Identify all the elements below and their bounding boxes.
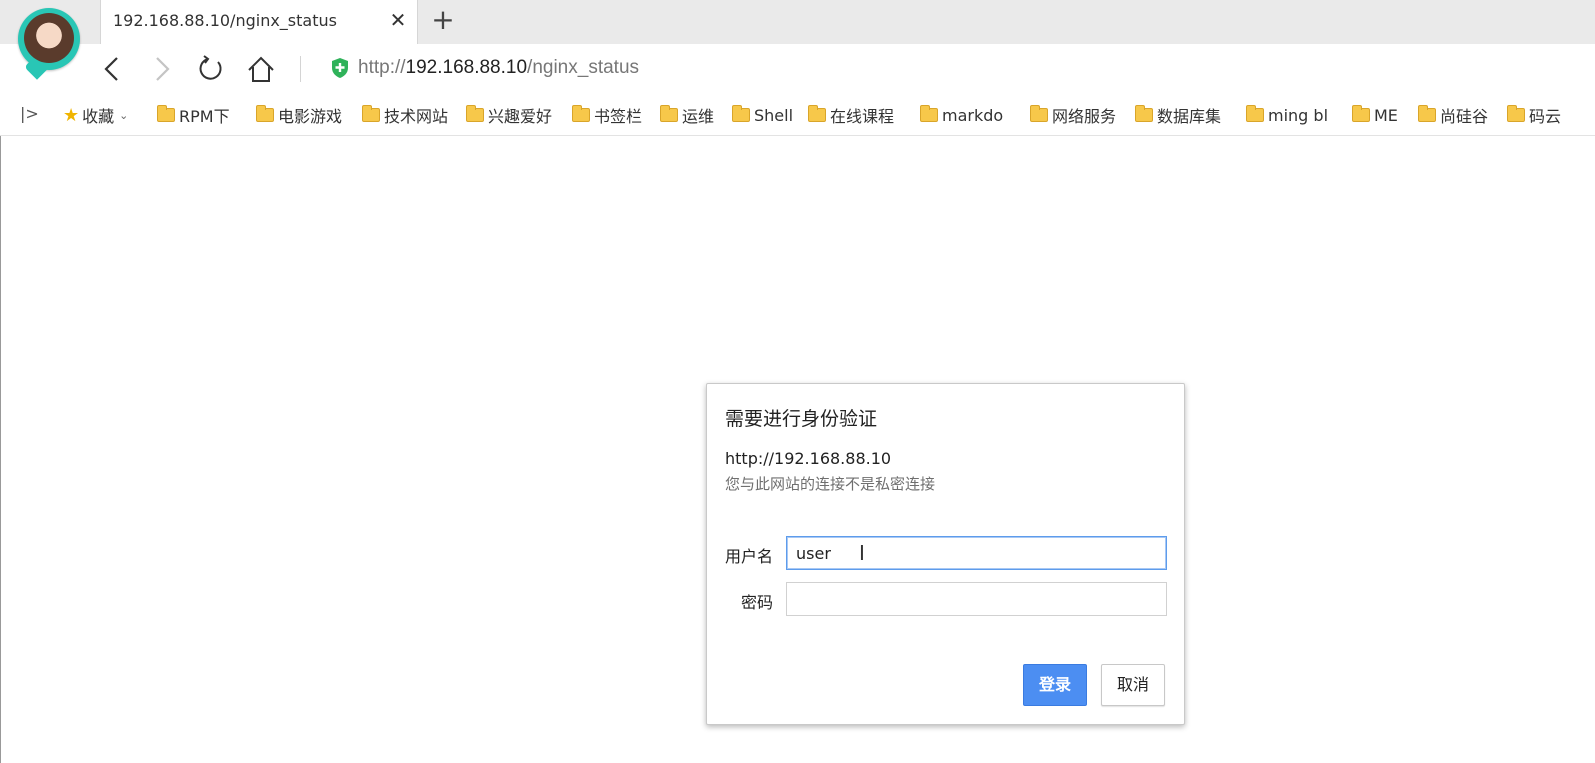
star-icon: ★ <box>63 104 80 126</box>
bookmark-folder[interactable]: 码云 <box>1507 104 1561 126</box>
bookmark-label: 电影游戏 <box>278 107 343 126</box>
folder-icon <box>660 105 678 122</box>
bookmark-folder[interactable]: 兴趣爱好 <box>466 104 552 126</box>
bookmark-label: 技术网站 <box>384 107 449 126</box>
folder-icon <box>1507 105 1525 122</box>
folder-icon <box>572 105 590 122</box>
browser-tab[interactable]: 192.168.88.10/nginx_status ✕ <box>100 0 418 44</box>
password-label: 密码 <box>741 593 774 612</box>
folder-icon <box>1246 105 1264 122</box>
bookmarks-bar: |> ★ 收藏 ⌄ RPM下 电影游戏 技术网站 兴趣爱好 书签栏 运维 She… <box>0 94 1595 136</box>
folder-icon <box>1135 105 1153 122</box>
back-arrow-icon <box>104 57 118 81</box>
url-scheme: http:// <box>358 57 406 78</box>
chevron-down-icon: ⌄ <box>119 108 129 122</box>
navigation-bar: http://192.168.88.10/nginx_status <box>0 44 1595 94</box>
username-label: 用户名 <box>725 547 774 566</box>
bookmark-folder[interactable]: 技术网站 <box>362 104 448 126</box>
username-input[interactable] <box>786 536 1167 570</box>
bookmark-favorites[interactable]: ★ 收藏 ⌄ <box>63 104 129 127</box>
tab-close-icon[interactable]: ✕ <box>387 9 409 31</box>
bookmark-label: 码云 <box>1529 107 1562 126</box>
bookmark-folder[interactable]: Shell <box>732 104 793 126</box>
bookmark-folder[interactable]: 网络服务 <box>1030 104 1116 126</box>
toolbar-divider <box>300 56 301 82</box>
reload-icon <box>199 55 222 80</box>
bookmark-label: 在线课程 <box>830 107 895 126</box>
login-button[interactable]: 登录 <box>1023 664 1087 706</box>
bookmark-label: 网络服务 <box>1052 107 1117 126</box>
forward-button[interactable] <box>146 54 176 84</box>
folder-icon <box>1030 105 1048 122</box>
tab-title: 192.168.88.10/nginx_status <box>113 11 337 30</box>
connection-warning: 您与此网站的连接不是私密连接 <box>725 475 936 493</box>
password-input[interactable] <box>786 582 1167 616</box>
folder-icon <box>732 105 750 122</box>
folder-icon <box>362 105 380 122</box>
bookmark-label: RPM下 <box>179 107 230 126</box>
bookmark-folder[interactable]: 运维 <box>660 104 714 126</box>
cancel-button[interactable]: 取消 <box>1101 664 1165 706</box>
auth-dialog: 需要进行身份验证 http://192.168.88.10 您与此网站的连接不是… <box>706 383 1185 725</box>
favorites-label: 收藏 <box>82 107 115 126</box>
bookmark-folder[interactable]: 尚硅谷 <box>1418 104 1488 126</box>
url-path: /nginx_status <box>527 57 640 78</box>
dialog-title: 需要进行身份验证 <box>725 408 878 430</box>
bookmark-folder[interactable]: markdo <box>920 104 1003 126</box>
folder-icon <box>157 105 175 122</box>
bookmark-label: 书签栏 <box>594 107 643 126</box>
folder-icon <box>1352 105 1370 122</box>
bookmark-label: 数据库集 <box>1157 107 1222 126</box>
bookmark-label: Shell <box>754 105 794 125</box>
folder-icon <box>466 105 484 122</box>
sidebar-toggle-icon[interactable]: |> <box>20 104 40 124</box>
folder-icon <box>920 105 938 122</box>
forward-arrow-icon <box>156 57 170 81</box>
bookmark-label: ming bl <box>1268 105 1329 125</box>
bookmark-label: markdo <box>942 105 1004 125</box>
bookmark-folder[interactable]: ming bl <box>1246 104 1328 126</box>
bookmark-folder[interactable]: ME <box>1352 104 1398 126</box>
bookmark-label: 运维 <box>682 107 715 126</box>
text-cursor-icon: I <box>859 541 865 565</box>
dialog-host: http://192.168.88.10 <box>725 449 892 468</box>
bookmark-label: ME <box>1374 105 1398 125</box>
folder-icon <box>256 105 274 122</box>
bookmark-label: 尚硅谷 <box>1440 107 1489 126</box>
bookmark-folder[interactable]: 数据库集 <box>1135 104 1221 126</box>
bookmark-folder[interactable]: 书签栏 <box>572 104 642 126</box>
bookmark-folder[interactable]: 电影游戏 <box>256 104 342 126</box>
secure-shield-icon[interactable] <box>330 57 350 79</box>
bookmark-folder[interactable]: 在线课程 <box>808 104 894 126</box>
bookmark-folder[interactable]: RPM下 <box>157 104 230 126</box>
new-tab-button[interactable]: + <box>430 6 456 34</box>
url-host: 192.168.88.10 <box>405 57 528 78</box>
home-button[interactable] <box>246 54 276 84</box>
folder-icon <box>1418 105 1436 122</box>
home-icon <box>248 56 274 82</box>
user-avatar[interactable] <box>18 8 80 80</box>
avatar-photo <box>24 13 74 63</box>
bookmark-label: 兴趣爱好 <box>488 107 553 126</box>
address-bar-url[interactable]: http://192.168.88.10/nginx_status <box>358 57 639 79</box>
window-edge <box>0 136 1 763</box>
reload-button[interactable] <box>196 54 226 84</box>
back-button[interactable] <box>98 54 128 84</box>
folder-icon <box>808 105 826 122</box>
